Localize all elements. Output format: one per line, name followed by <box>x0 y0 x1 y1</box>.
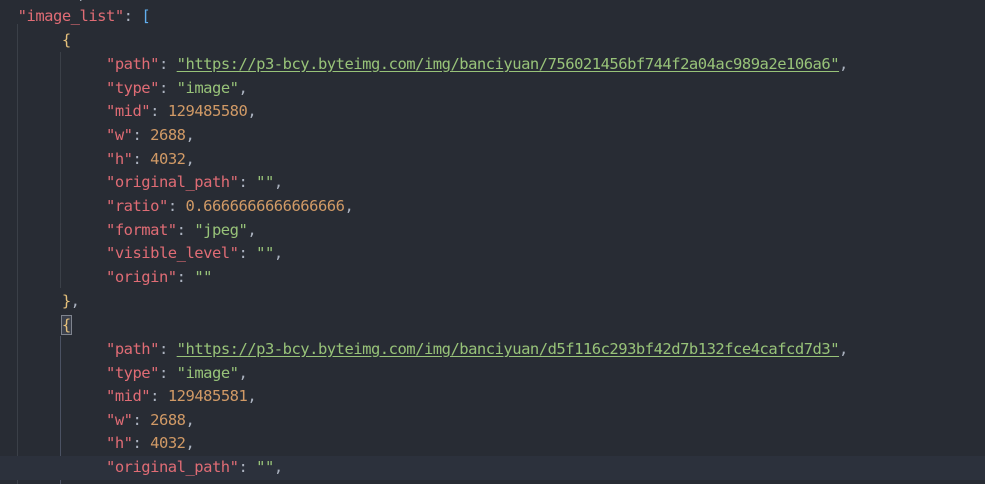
json-number-value: 4032 <box>150 150 186 168</box>
code-line-ratio: "ratio": 0.6666666666666666, <box>105 197 354 215</box>
json-key: "path" <box>105 55 160 73</box>
json-url-value[interactable]: "https://p3-bcy.byteimg.com/img/banciyua… <box>177 340 840 358</box>
json-key: "h" <box>105 150 133 168</box>
json-key: "visible_level" <box>105 244 239 262</box>
code-line-path: "path": "https://p3-bcy.byteimg.com/img/… <box>105 340 848 358</box>
json-key: "ratio" <box>105 197 168 215</box>
open-brace: { <box>61 31 71 49</box>
json-string-value: "" <box>256 173 274 191</box>
code-line-format: "format": "jpeg", <box>105 221 257 239</box>
json-number-value: 129485581 <box>167 387 248 405</box>
json-key: "type" <box>105 79 160 97</box>
code-line-mid: "mid": 129485580, <box>105 102 257 120</box>
code-line-original-path: "original_path": "", <box>105 173 283 191</box>
json-number-value: 4032 <box>150 434 186 452</box>
json-key: "original_path" <box>105 173 239 191</box>
json-key: "type" <box>105 364 160 382</box>
json-url-value[interactable]: "https://p3-bcy.byteimg.com/img/banciyua… <box>177 55 840 73</box>
code-line-h: "h": 4032, <box>105 150 195 168</box>
json-string-value: "image" <box>176 79 239 97</box>
json-key: "original_path" <box>105 458 239 476</box>
json-string-value: "" <box>256 458 274 476</box>
code-line-type: "type": "image", <box>105 79 248 97</box>
code-line-h: "h": 4032, <box>105 434 195 452</box>
json-key: "path" <box>105 340 160 358</box>
json-key: "w" <box>105 411 133 429</box>
code-line-original-path-current: "original_path": "", <box>0 456 985 480</box>
code-line-type: "type": "image", <box>105 364 248 382</box>
json-number-value: 129485580 <box>167 102 248 120</box>
code-line-item1-open: { <box>0 29 985 53</box>
code-editor[interactable]: " , "image_list": [ { "path": "https://p… <box>0 0 985 484</box>
json-key: "origin" <box>105 268 177 286</box>
json-string-value: "image" <box>176 364 239 382</box>
json-key: "mid" <box>105 387 151 405</box>
json-number-value: 2688 <box>150 411 186 429</box>
open-bracket: [ <box>141 7 151 25</box>
open-brace-matched: { <box>60 315 72 335</box>
code-line-w: "w": 2688, <box>105 411 195 429</box>
json-key: "h" <box>105 434 133 452</box>
code-line-item1-close: }, <box>61 292 80 310</box>
json-number-value: 0.6666666666666666 <box>185 197 345 215</box>
code-line-item2-open: { <box>0 314 985 338</box>
json-string-value: "" <box>256 244 274 262</box>
json-key: "image_list" <box>17 7 124 25</box>
json-key: "w" <box>105 126 133 144</box>
close-brace: } <box>61 292 71 310</box>
code-line-visible-level: "visible_level": "", <box>105 244 283 262</box>
json-key: "format" <box>105 221 177 239</box>
json-number-value: 2688 <box>150 126 186 144</box>
code-line-origin: "origin": "" <box>105 268 212 286</box>
json-string-value: "jpeg" <box>194 221 248 239</box>
code-line-image-list: "image_list": [ <box>17 7 151 25</box>
json-string-value: "" <box>194 268 212 286</box>
code-line-mid: "mid": 129485581, <box>105 387 257 405</box>
json-key: "mid" <box>105 102 151 120</box>
code-line-path: "path": "https://p3-bcy.byteimg.com/img/… <box>105 55 848 73</box>
code-line-w: "w": 2688, <box>105 126 195 144</box>
